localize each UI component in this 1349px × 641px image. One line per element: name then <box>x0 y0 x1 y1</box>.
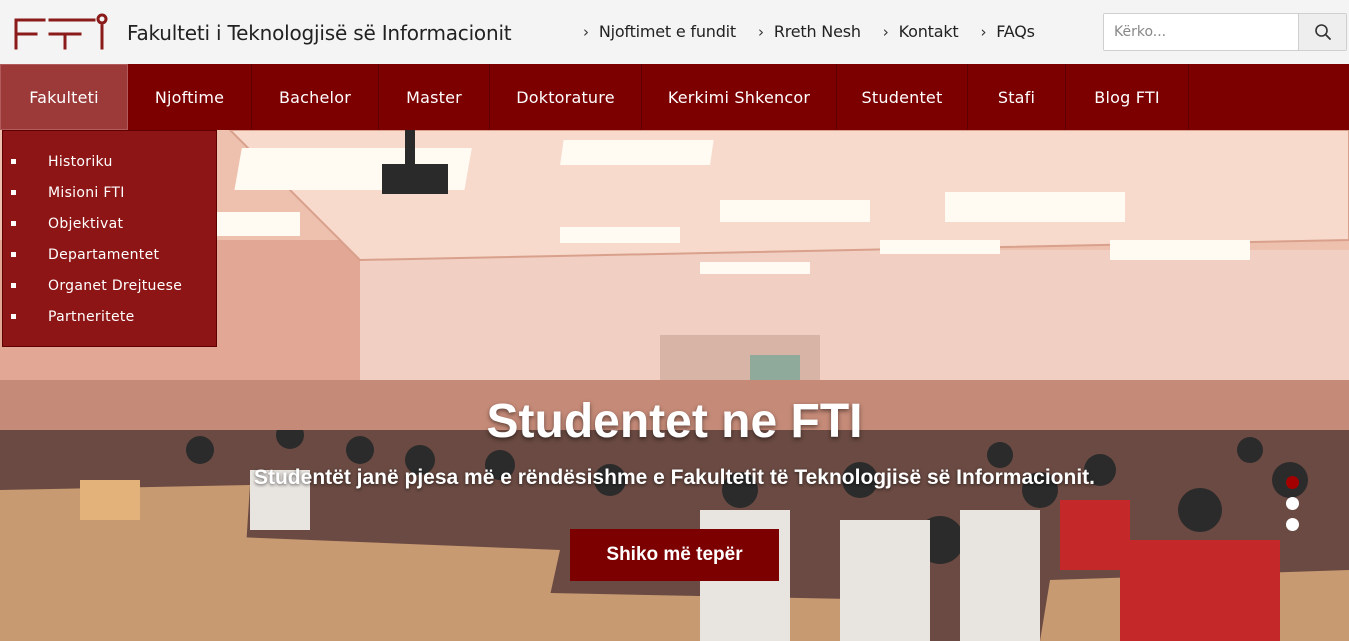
nav-kerkimi-shkencor[interactable]: Kerkimi Shkencor <box>642 64 837 130</box>
nav-fakulteti[interactable]: Fakulteti <box>0 64 128 130</box>
site-title[interactable]: Fakulteti i Teknologjisë së Informacioni… <box>127 21 512 45</box>
dropdown-item-label: Organet Drejtuese <box>48 277 183 294</box>
search-icon <box>1314 24 1331 40</box>
dropdown-item-label: Departamentet <box>48 246 160 263</box>
nav-blog-fti[interactable]: Blog FTI <box>1066 64 1189 130</box>
dropdown-item-partneritete[interactable]: Partneritete <box>3 301 216 332</box>
search-input[interactable] <box>1104 14 1298 50</box>
toplink-label: Kontakt <box>898 22 959 41</box>
search-box <box>1103 13 1347 51</box>
bullet-icon <box>11 283 16 288</box>
toplink-kontakt[interactable]: › Kontakt <box>883 22 959 41</box>
top-bar: Fakulteti i Teknologjisë së Informacioni… <box>0 0 1349 64</box>
dropdown-item-misioni-fti[interactable]: Misioni FTI <box>3 177 216 208</box>
slider-dots <box>1286 476 1299 531</box>
toplink-label: Rreth Nesh <box>773 22 861 41</box>
bullet-icon <box>11 314 16 319</box>
dropdown-item-historiku[interactable]: Historiku <box>3 146 216 177</box>
slider-dot-1[interactable] <box>1286 476 1299 489</box>
chevron-right-icon: › <box>583 22 589 41</box>
dropdown-item-label: Objektivat <box>48 215 124 232</box>
toplink-rreth-nesh[interactable]: › Rreth Nesh <box>758 22 861 41</box>
main-nav: Fakulteti Njoftime Bachelor Master Dokto… <box>0 64 1349 130</box>
nav-njoftime[interactable]: Njoftime <box>128 64 252 130</box>
dropdown-item-objektivat[interactable]: Objektivat <box>3 208 216 239</box>
dropdown-item-label: Partneritete <box>48 308 135 325</box>
fti-logo-icon[interactable] <box>14 12 114 52</box>
shiko-me-teper-button[interactable]: Shiko më tepër <box>570 529 779 581</box>
nav-doktorature[interactable]: Doktorature <box>490 64 642 130</box>
nav-stafi[interactable]: Stafi <box>968 64 1066 130</box>
dropdown-item-label: Historiku <box>48 153 113 170</box>
fakulteti-dropdown-menu: Historiku Misioni FTI Objektivat Departa… <box>2 130 217 347</box>
toplink-label: FAQs <box>996 22 1035 41</box>
bullet-icon <box>11 252 16 257</box>
nav-bachelor[interactable]: Bachelor <box>252 64 379 130</box>
nav-master[interactable]: Master <box>379 64 490 130</box>
dropdown-item-label: Misioni FTI <box>48 184 125 201</box>
dropdown-item-organet-drejtuese[interactable]: Organet Drejtuese <box>3 270 216 301</box>
chevron-right-icon: › <box>758 22 764 41</box>
bullet-icon <box>11 159 16 164</box>
search-button[interactable] <box>1298 14 1346 50</box>
chevron-right-icon: › <box>980 22 987 41</box>
dropdown-item-departamentet[interactable]: Departamentet <box>3 239 216 270</box>
toplink-label: Njoftimet e fundit <box>598 22 736 41</box>
bullet-icon <box>11 190 16 195</box>
top-links: › Njoftimet e fundit › Rreth Nesh › Kont… <box>583 22 1035 41</box>
hero-subtitle: Studentët janë pjesa më e rëndësishme e … <box>253 466 1095 489</box>
toplink-faqs[interactable]: › FAQs <box>980 22 1035 41</box>
slider-dot-3[interactable] <box>1286 518 1299 531</box>
toplink-njoftimet-e-fundit[interactable]: › Njoftimet e fundit <box>583 22 736 41</box>
slider-dot-2[interactable] <box>1286 497 1299 510</box>
nav-studentet[interactable]: Studentet <box>837 64 968 130</box>
hero-title: Studentet ne FTI <box>486 395 863 448</box>
bullet-icon <box>11 221 16 226</box>
chevron-right-icon: › <box>882 22 889 41</box>
